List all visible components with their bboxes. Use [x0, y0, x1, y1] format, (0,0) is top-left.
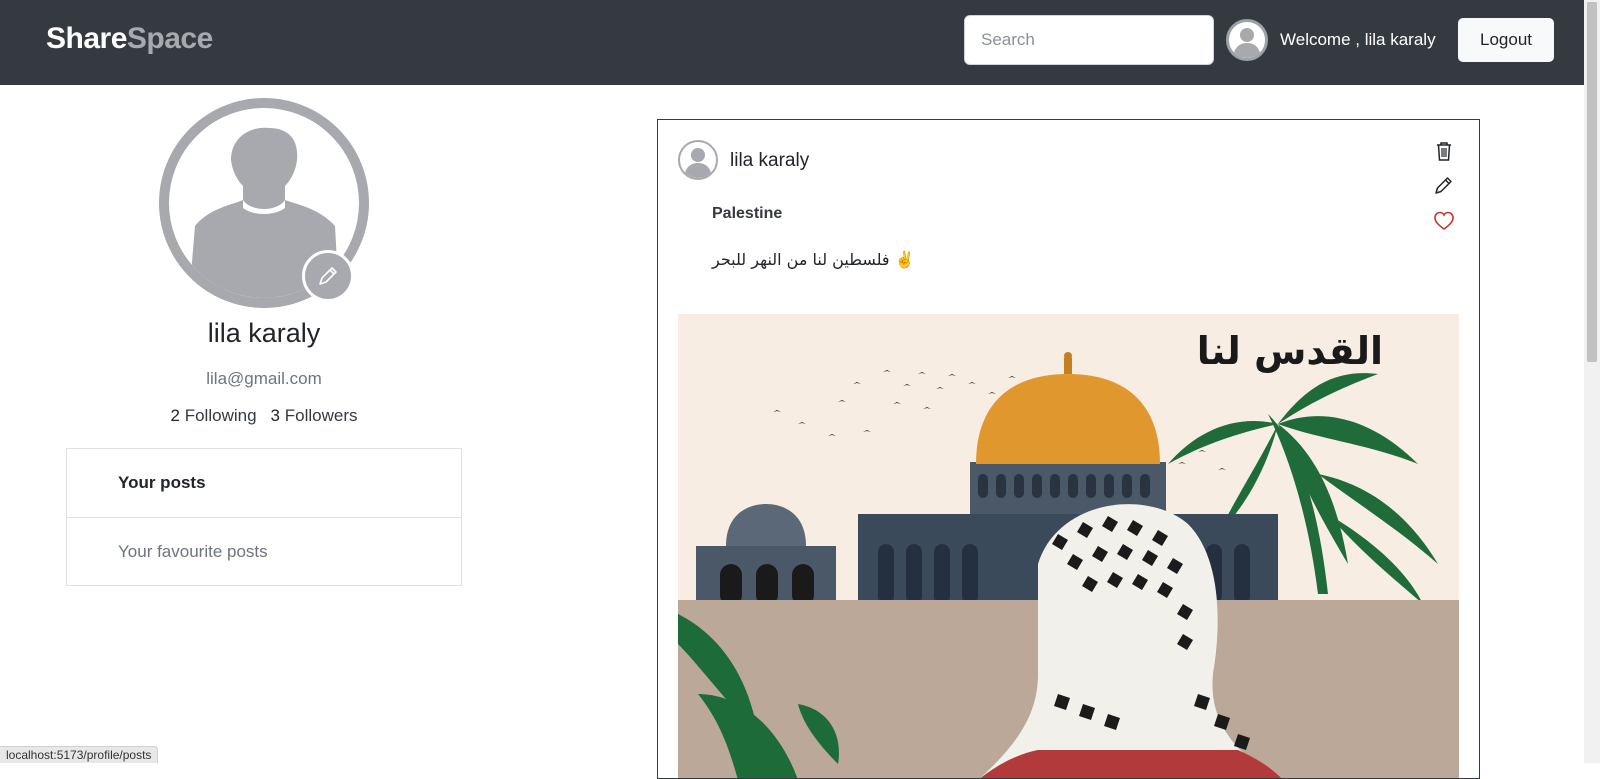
post-author-name[interactable]: lila karaly	[730, 150, 809, 172]
scrollbar-thumb[interactable]	[1587, 2, 1597, 362]
edit-post-button[interactable]	[1431, 172, 1457, 198]
follow-stats: 2 Following 3 Followers	[64, 406, 464, 426]
menu-item-your-posts[interactable]: Your posts	[67, 449, 461, 517]
user-avatar-icon[interactable]	[1226, 19, 1268, 61]
followers-count: 3	[270, 406, 280, 425]
followers-link[interactable]: 3 Followers	[271, 406, 358, 425]
welcome-text: Welcome , lila karaly	[1280, 30, 1436, 49]
profile-name: lila karaly	[207, 318, 321, 348]
menu-item-favourite-posts[interactable]: Your favourite posts	[67, 517, 461, 585]
brand-logo-part2: Space	[126, 22, 213, 55]
post-title: Palestine	[712, 205, 783, 222]
edit-avatar-button[interactable]	[302, 250, 354, 302]
following-link[interactable]: 2 Following	[171, 406, 257, 425]
page-scrollbar[interactable]	[1584, 0, 1600, 763]
profile-email: lila@gmail.com	[206, 369, 322, 388]
status-bar-url: localhost:5173/profile/posts	[0, 746, 159, 763]
heart-icon	[1434, 211, 1454, 230]
followers-label: Followers	[284, 406, 358, 425]
pencil-icon	[319, 267, 337, 285]
favourite-post-button[interactable]	[1431, 208, 1457, 234]
post-card: lila karaly Palestine فلسطين لنا من النه…	[657, 119, 1480, 779]
search-input[interactable]	[964, 15, 1214, 65]
top-navbar: ShareSpace Welcome , lila karaly Logout	[0, 0, 1584, 85]
post-image[interactable]: القدس لنا	[678, 314, 1459, 778]
brand-logo-part1: Share	[46, 22, 127, 55]
post-image-caption: القدس لنا	[1197, 329, 1383, 373]
logout-button[interactable]: Logout	[1458, 18, 1554, 62]
brand-logo[interactable]: ShareSpace	[46, 22, 213, 56]
post-body: فلسطين لنا من النهر للبحر ✌️	[712, 250, 915, 269]
profile-posts-menu: Your posts Your favourite posts	[66, 448, 462, 586]
trash-icon	[1437, 142, 1451, 161]
following-label: Following	[184, 406, 257, 425]
delete-post-button[interactable]	[1431, 138, 1457, 164]
pencil-icon	[1435, 177, 1452, 194]
following-count: 2	[170, 406, 180, 425]
post-author-avatar-icon[interactable]	[678, 140, 718, 180]
